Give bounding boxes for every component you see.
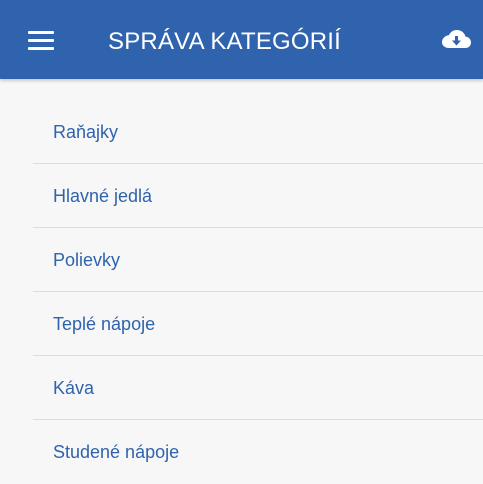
menu-icon-line xyxy=(28,39,54,42)
category-item-polievky[interactable]: Polievky xyxy=(33,228,483,292)
category-item-studene-napoje[interactable]: Studené nápoje xyxy=(33,420,483,484)
category-item-hlavne-jedla[interactable]: Hlavné jedlá xyxy=(33,164,483,228)
category-item-kava[interactable]: Káva xyxy=(33,356,483,420)
page-title: SPRÁVA KATEGÓRIÍ xyxy=(108,28,342,55)
category-label: Hlavné jedlá xyxy=(53,186,153,206)
category-list: Raňajky Hlavné jedlá Polievky Teplé nápo… xyxy=(33,100,483,484)
menu-icon-line xyxy=(28,47,54,50)
category-label: Polievky xyxy=(53,250,121,270)
category-label: Raňajky xyxy=(53,122,119,142)
category-label: Studené nápoje xyxy=(53,442,180,462)
category-label: Káva xyxy=(53,378,95,398)
category-label: Teplé nápoje xyxy=(53,314,156,334)
cloud-download-icon-svg xyxy=(442,30,471,48)
category-management-screen: SPRÁVA KATEGÓRIÍ Raňajky Hlavné jedlá Po… xyxy=(0,0,483,484)
cloud-download-icon[interactable] xyxy=(440,28,472,52)
app-bar: SPRÁVA KATEGÓRIÍ xyxy=(0,0,483,79)
menu-icon-line xyxy=(28,31,54,34)
category-item-ranajky[interactable]: Raňajky xyxy=(33,100,483,164)
menu-icon[interactable] xyxy=(28,30,54,52)
category-item-teple-napoje[interactable]: Teplé nápoje xyxy=(33,292,483,356)
